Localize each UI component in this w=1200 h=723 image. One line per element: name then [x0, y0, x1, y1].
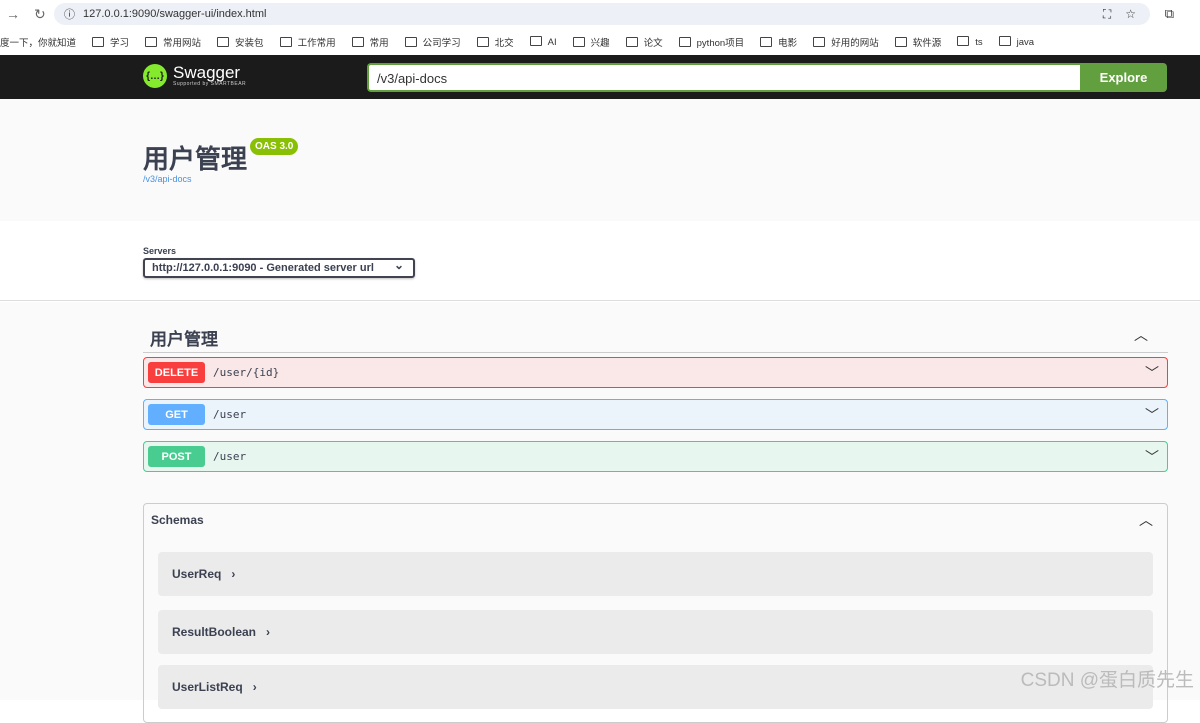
- operation-get[interactable]: GET/user ﹀: [143, 399, 1168, 430]
- model-name: UserListReq: [172, 680, 243, 694]
- swagger-logo[interactable]: {…} Swagger Supported by SMARTBEAR: [143, 64, 246, 88]
- bookmark-item[interactable]: 工作常用: [280, 35, 336, 49]
- method-badge: DELETE: [148, 362, 205, 383]
- chevron-up-icon[interactable]: ︿: [1134, 325, 1148, 345]
- chevron-right-icon: ›: [266, 625, 271, 639]
- chevron-up-icon[interactable]: ︿: [1139, 510, 1153, 530]
- chevron-right-icon: ›: [231, 567, 236, 581]
- bookmark-item[interactable]: 学习: [92, 35, 129, 49]
- servers-section: Servers http://127.0.0.1:9090 - Generate…: [0, 221, 1200, 301]
- bookmark-item[interactable]: AI: [530, 36, 557, 48]
- translate-icon[interactable]: ⛶: [1103, 7, 1111, 22]
- bookmark-item[interactable]: 常用网站: [145, 35, 201, 49]
- bookmark-item[interactable]: 常用: [352, 35, 389, 49]
- model-name: UserReq: [172, 567, 222, 581]
- chevron-down-icon[interactable]: ﹀: [1145, 363, 1159, 383]
- logo-subtext: Supported by SMARTBEAR: [173, 81, 247, 87]
- bookmark-item[interactable]: ts: [957, 36, 982, 48]
- forward-icon[interactable]: →: [6, 6, 20, 22]
- operation-delete[interactable]: DELETE/user/{id} ﹀: [143, 357, 1168, 388]
- operations-section: 用户管理 ︿ DELETE/user/{id} ﹀ GET/user ﹀ POST/us…: [0, 302, 1200, 723]
- logo-text: Swagger: [173, 63, 241, 82]
- chevron-down-icon[interactable]: ﹀: [1145, 405, 1159, 425]
- schemas-section: Schemas ︿ UserReq › ResultBoolean › UserList…: [143, 503, 1168, 723]
- page-title: 用户管理: [143, 144, 248, 174]
- reload-icon[interactable]: ↻: [34, 6, 46, 23]
- method-badge: POST: [148, 446, 205, 467]
- schema-model[interactable]: UserListReq ›: [158, 665, 1153, 709]
- bookmark-item[interactable]: 公司学习: [405, 35, 461, 49]
- info-section: 用户管理 OAS 3.0 /v3/api-docs: [0, 99, 1200, 221]
- servers-select[interactable]: http://127.0.0.1:9090 - Generated server…: [143, 258, 415, 278]
- schema-model[interactable]: UserReq ›: [158, 552, 1153, 596]
- schemas-title[interactable]: Schemas: [151, 513, 204, 527]
- extensions-icon[interactable]: ⧉: [1165, 6, 1174, 22]
- bookmark-item[interactable]: 度一下，你就知道: [0, 35, 76, 49]
- spec-link[interactable]: /v3/api-docs: [143, 174, 192, 184]
- bookmark-item[interactable]: 好用的网站: [813, 35, 879, 49]
- model-name: ResultBoolean: [172, 625, 257, 639]
- bookmark-item[interactable]: 北交: [477, 35, 514, 49]
- chevron-right-icon: ›: [252, 680, 257, 694]
- explore-button[interactable]: Explore: [1080, 63, 1167, 92]
- address-bar[interactable]: ⓘ 127.0.0.1:9090/swagger-ui/index.html ⛶…: [54, 3, 1150, 25]
- swagger-topbar: {…} Swagger Supported by SMARTBEAR /v3/ap…: [0, 55, 1200, 99]
- bookmark-item[interactable]: 论文: [626, 35, 663, 49]
- chevron-down-icon[interactable]: ﹀: [1145, 447, 1159, 467]
- servers-label: Servers: [143, 246, 177, 256]
- bookmark-item[interactable]: 兴趣: [573, 35, 610, 49]
- spec-url-input[interactable]: /v3/api-docs: [367, 63, 1080, 92]
- schema-model[interactable]: ResultBoolean ›: [158, 610, 1153, 654]
- operation-path: /user/{id}: [213, 366, 280, 379]
- bookmark-item[interactable]: java: [999, 36, 1034, 48]
- swagger-logo-icon: {…}: [143, 64, 167, 88]
- tag-name: 用户管理: [150, 330, 218, 349]
- bookmark-item[interactable]: 安装包: [217, 35, 264, 49]
- watermark: CSDN @蛋白质先生: [1020, 670, 1194, 691]
- star-icon[interactable]: ☆: [1125, 7, 1136, 22]
- bookmark-item[interactable]: python项目: [679, 35, 745, 49]
- version-badge: OAS 3.0: [250, 138, 299, 155]
- bookmarks-bar: 度一下，你就知道 学习 常用网站 安装包 工作常用 常用 公司学习 北交 AI 兴趣 论文 pytho…: [0, 28, 1200, 55]
- operation-path: /user: [213, 408, 247, 421]
- bookmark-item[interactable]: 电影: [760, 35, 797, 49]
- operation-path: /user: [213, 450, 247, 463]
- url-text: 127.0.0.1:9090/swagger-ui/index.html: [83, 8, 267, 20]
- method-badge: GET: [148, 404, 205, 425]
- bookmark-item[interactable]: 软件源: [895, 35, 942, 49]
- operation-post[interactable]: POST/user ﹀: [143, 441, 1168, 472]
- tag-header[interactable]: 用户管理 ︿: [143, 322, 1168, 353]
- site-info-icon[interactable]: ⓘ: [64, 6, 75, 22]
